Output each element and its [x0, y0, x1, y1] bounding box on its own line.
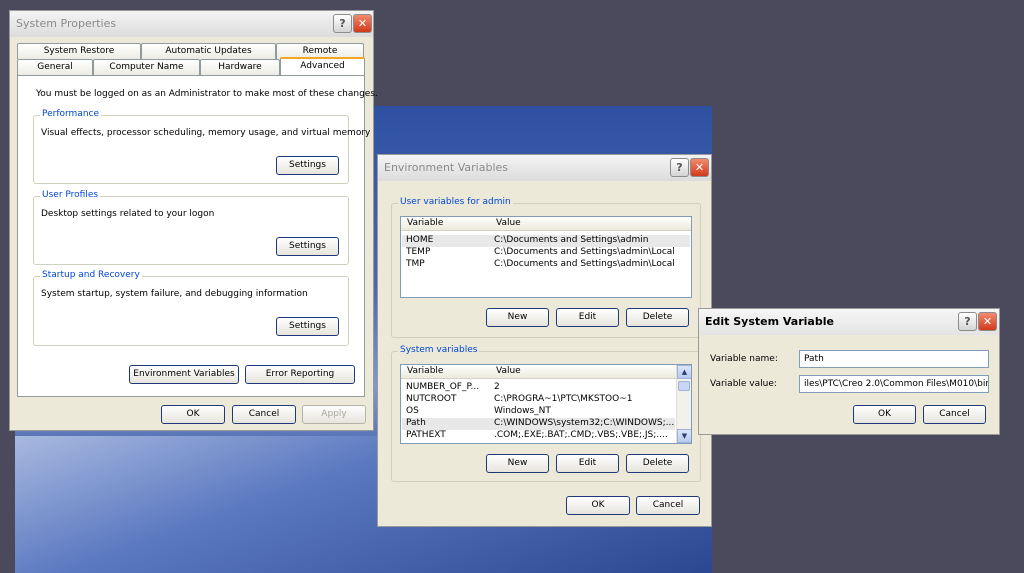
- user-profiles-legend: User Profiles: [40, 190, 101, 200]
- system-variables-group: System variables Variable Value NUMBER_O…: [391, 345, 701, 482]
- user-variables-list[interactable]: Variable Value HOME C:\Documents and Sett…: [400, 216, 692, 298]
- row-variable: PATHEXT: [406, 430, 446, 440]
- table-row[interactable]: Path C:\WINDOWS\system32;C:\WINDOWS;...: [402, 418, 675, 430]
- ok-button[interactable]: OK: [161, 405, 225, 424]
- cancel-button[interactable]: Cancel: [923, 405, 986, 424]
- startup-recovery-settings-button[interactable]: Settings: [276, 317, 339, 336]
- system-delete-button[interactable]: Delete: [626, 454, 689, 473]
- tab-hardware[interactable]: Hardware: [200, 59, 280, 75]
- scroll-down-icon[interactable]: ▼: [677, 429, 691, 443]
- close-icon[interactable]: ✕: [690, 158, 709, 177]
- vertical-scrollbar[interactable]: ▲ ▼: [676, 365, 691, 443]
- row-value: C:\WINDOWS\system32;C:\WINDOWS;...: [494, 418, 674, 428]
- edit-system-variable-window: Edit System Variable ? ✕ Variable name: …: [698, 308, 1000, 435]
- row-value: C:\Documents and Settings\admin\Local...: [494, 259, 674, 269]
- close-icon[interactable]: ✕: [978, 312, 997, 331]
- system-properties-window: System Properties ? ✕ System Restore Aut…: [9, 10, 378, 431]
- user-delete-button[interactable]: Delete: [626, 308, 689, 327]
- table-row[interactable]: PATHEXT .COM;.EXE;.BAT;.CMD;.VBS;.VBE;.JS…: [402, 430, 675, 442]
- row-value: C:\Documents and Settings\admin\Local...: [494, 247, 674, 257]
- system-edit-button[interactable]: Edit: [556, 454, 619, 473]
- variable-value-field[interactable]: iles\PTC\Creo 2.0\Common Files\M010\bin: [799, 375, 989, 393]
- row-variable: OS: [406, 406, 419, 416]
- ok-button[interactable]: OK: [566, 496, 630, 515]
- environment-variables-titlebar: Environment Variables ? ✕: [378, 155, 711, 181]
- table-row[interactable]: OS Windows_NT: [402, 406, 675, 418]
- user-profiles-group: User Profiles Desktop settings related t…: [33, 190, 349, 265]
- table-row[interactable]: TEMP C:\Documents and Settings\admin\Loca…: [402, 247, 690, 259]
- column-variable[interactable]: Variable: [407, 366, 443, 376]
- performance-legend: Performance: [40, 109, 102, 119]
- scroll-thumb[interactable]: [678, 381, 690, 391]
- system-new-button[interactable]: New: [486, 454, 549, 473]
- row-variable: HOME: [406, 235, 434, 245]
- help-icon[interactable]: ?: [333, 14, 352, 33]
- row-variable: NUTCROOT: [406, 394, 457, 404]
- user-profiles-desc: Desktop settings related to your logon: [41, 209, 215, 219]
- system-variables-legend: System variables: [398, 345, 480, 355]
- user-profiles-settings-button[interactable]: Settings: [276, 237, 339, 256]
- close-icon[interactable]: ✕: [353, 14, 372, 33]
- performance-desc: Visual effects, processor scheduling, me…: [41, 128, 371, 138]
- row-variable: TEMP: [406, 247, 431, 257]
- row-variable: TMP: [406, 259, 425, 269]
- startup-recovery-legend: Startup and Recovery: [40, 270, 142, 280]
- ok-button[interactable]: OK: [853, 405, 916, 424]
- error-reporting-button[interactable]: Error Reporting: [245, 365, 355, 384]
- startup-recovery-group: Startup and Recovery System startup, sys…: [33, 270, 349, 346]
- table-row[interactable]: NUTCROOT C:\PROGRA~1\PTC\MKSTOO~1: [402, 394, 675, 406]
- list-header: Variable Value: [401, 217, 691, 231]
- row-value: 2: [494, 382, 500, 392]
- system-properties-titlebar: System Properties ? ✕: [10, 11, 373, 37]
- user-variables-group: User variables for admin Variable Value …: [391, 197, 701, 338]
- column-variable[interactable]: Variable: [407, 218, 443, 228]
- user-new-button[interactable]: New: [486, 308, 549, 327]
- system-variables-list[interactable]: Variable Value NUMBER_OF_P... 2 NUTCROOT C…: [400, 364, 692, 444]
- scroll-up-icon[interactable]: ▲: [677, 365, 691, 379]
- tab-system-restore[interactable]: System Restore: [17, 43, 141, 59]
- table-row[interactable]: HOME C:\Documents and Settings\admin: [402, 235, 690, 247]
- column-value[interactable]: Value: [496, 218, 521, 228]
- variable-value-label: Variable value:: [710, 379, 777, 389]
- row-value: .COM;.EXE;.BAT;.CMD;.VBS;.VBE;.JS;....: [494, 430, 668, 440]
- tab-panel: You must be logged on as an Administrato…: [17, 75, 378, 397]
- performance-settings-button[interactable]: Settings: [276, 156, 339, 175]
- apply-button[interactable]: Apply: [302, 405, 366, 424]
- environment-variables-button[interactable]: Environment Variables: [129, 365, 239, 384]
- window-title: Environment Variables: [384, 161, 509, 174]
- column-value[interactable]: Value: [496, 366, 521, 376]
- help-icon[interactable]: ?: [958, 312, 977, 331]
- performance-group: Performance Visual effects, processor sc…: [33, 109, 370, 184]
- tab-general[interactable]: General: [17, 59, 93, 75]
- tab-computer-name[interactable]: Computer Name: [93, 59, 200, 75]
- help-icon[interactable]: ?: [670, 158, 689, 177]
- list-header: Variable Value: [401, 365, 677, 379]
- row-value: C:\PROGRA~1\PTC\MKSTOO~1: [494, 394, 633, 404]
- cancel-button[interactable]: Cancel: [636, 496, 700, 515]
- user-edit-button[interactable]: Edit: [556, 308, 619, 327]
- environment-variables-window: Environment Variables ? ✕ User variables…: [377, 154, 712, 527]
- startup-recovery-desc: System startup, system failure, and debu…: [41, 289, 308, 299]
- table-row[interactable]: NUMBER_OF_P... 2: [402, 382, 675, 394]
- row-variable: NUMBER_OF_P...: [406, 382, 480, 392]
- variable-name-field[interactable]: Path: [799, 350, 989, 368]
- cancel-button[interactable]: Cancel: [232, 405, 296, 424]
- tab-advanced[interactable]: Advanced: [280, 57, 365, 75]
- row-variable: Path: [406, 418, 426, 428]
- row-value: Windows_NT: [494, 406, 551, 416]
- admin-note: You must be logged on as an Administrato…: [36, 89, 378, 99]
- edit-system-variable-titlebar: Edit System Variable ? ✕: [699, 309, 999, 335]
- table-row[interactable]: TMP C:\Documents and Settings\admin\Local…: [402, 259, 690, 271]
- window-title: Edit System Variable: [705, 315, 834, 328]
- tab-automatic-updates[interactable]: Automatic Updates: [141, 43, 276, 59]
- window-title: System Properties: [16, 17, 117, 30]
- user-variables-legend: User variables for admin: [398, 197, 513, 207]
- row-value: C:\Documents and Settings\admin: [494, 235, 649, 245]
- variable-name-label: Variable name:: [710, 354, 778, 364]
